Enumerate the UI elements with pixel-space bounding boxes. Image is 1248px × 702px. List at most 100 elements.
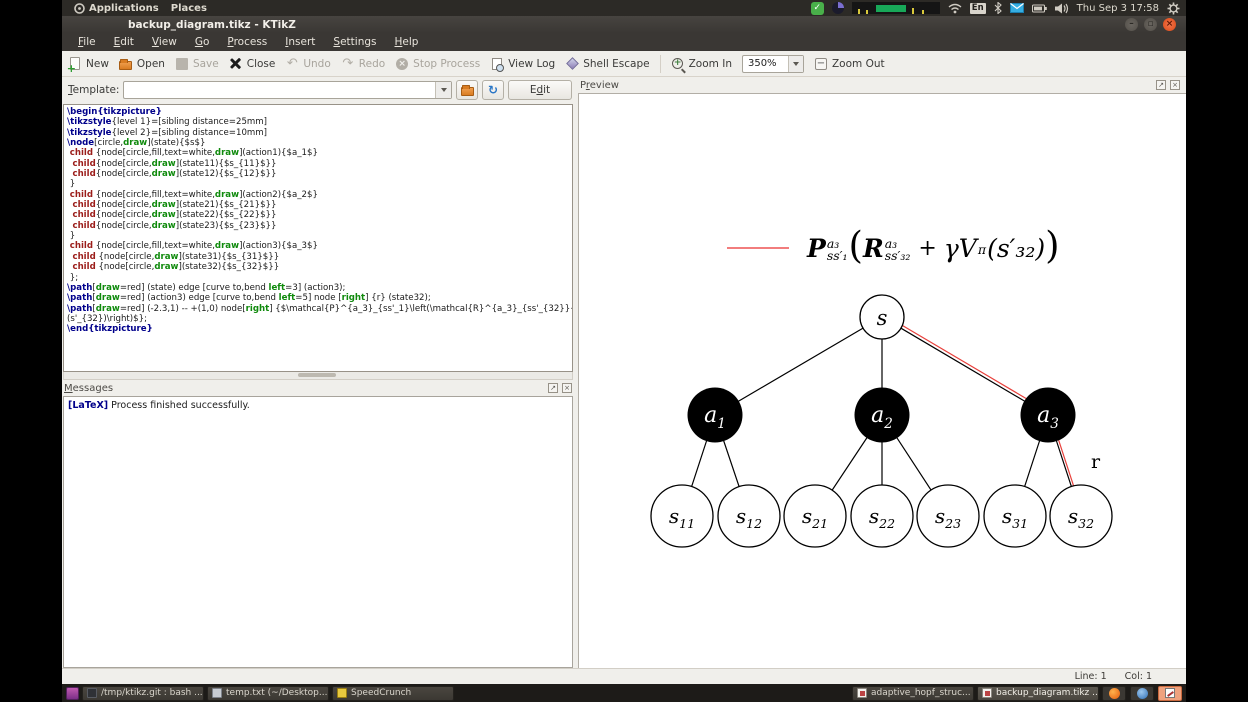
folder-icon: [460, 85, 474, 96]
tikz-preview[interactable]: P a₃ ss′₁ ( R a₃ ss′₃₂ + γV π (s′₃₂) ) s…: [578, 93, 1186, 668]
state-node-s22: s22: [850, 484, 914, 548]
save-button[interactable]: Save: [175, 57, 219, 71]
code-line: child {node[circle,fill,text=white,draw]…: [69, 189, 318, 200]
latex-tag: [LaTeX]: [68, 400, 109, 411]
editor-alert-icon: [1165, 688, 1175, 698]
task-speedcrunch[interactable]: SpeedCrunch: [332, 685, 454, 701]
code-line: child {node[circle,fill,text=white,draw]…: [69, 241, 318, 252]
menu-view[interactable]: View: [144, 34, 185, 50]
task-terminal[interactable]: /tmp/ktikz.git : bash ...: [82, 685, 204, 701]
places-menu[interactable]: Places: [165, 0, 213, 16]
mail-icon[interactable]: [1009, 3, 1024, 13]
detach-panel-icon[interactable]: ↗: [548, 383, 558, 393]
scrollbar-thumb[interactable]: [297, 373, 336, 377]
system-monitor-applet[interactable]: [851, 2, 940, 14]
applications-menu-label: Applications: [89, 2, 159, 14]
window-titlebar[interactable]: backup_diagram.tikz - KTikZ – ▫ ×: [62, 16, 1186, 33]
redo-button[interactable]: ↷ Redo: [341, 57, 385, 71]
close-panel-icon[interactable]: ×: [562, 383, 572, 393]
action-node-a2: a2: [854, 387, 910, 443]
close-window-button[interactable]: ×: [1163, 18, 1176, 31]
editor-hscrollbar[interactable]: [63, 372, 573, 380]
menu-help[interactable]: Help: [386, 34, 426, 50]
stop-process-button[interactable]: × Stop Process: [395, 57, 480, 71]
code-line: child{node[circle,draw](state23){$s_{23}…: [72, 220, 277, 231]
wifi-icon[interactable]: [948, 3, 962, 14]
menu-file[interactable]: File: [70, 34, 104, 50]
code-editor[interactable]: \begin{tikzpicture} \tikzstyle{level 1}=[…: [63, 104, 573, 372]
battery-icon[interactable]: [1031, 3, 1047, 13]
template-label: Template:: [68, 84, 120, 96]
firefox-icon: [1108, 687, 1120, 699]
volume-icon[interactable]: [1054, 3, 1069, 14]
update-status-icon[interactable]: ✓: [810, 1, 824, 15]
menu-edit[interactable]: Edit: [106, 34, 142, 50]
shell-escape-button[interactable]: Shell Escape: [565, 57, 650, 71]
code-line: \end{tikzpicture}: [67, 324, 153, 335]
zoom-level-value: 350%: [747, 58, 777, 69]
menu-go[interactable]: Go: [187, 34, 218, 50]
zoom-in-button[interactable]: + Zoom In: [671, 57, 732, 71]
menu-process[interactable]: Process: [219, 34, 275, 50]
code-line: child {node[circle,draw](state32){$s_{32…: [72, 262, 280, 273]
open-button[interactable]: Open: [119, 57, 165, 71]
taskbar-firefox-button[interactable]: [1102, 685, 1126, 701]
chevron-down-icon: [440, 88, 447, 92]
code-line: };: [67, 272, 79, 283]
zoom-combo-dropdown[interactable]: [787, 55, 803, 72]
taskbar-browser-button[interactable]: [1130, 685, 1154, 701]
minimize-button[interactable]: –: [1125, 18, 1138, 31]
code-line: \tikzstyle{level 2}=[sibling distance=10…: [67, 127, 268, 138]
new-button[interactable]: + New: [67, 57, 109, 74]
state-node-s12: s12: [717, 484, 781, 548]
code-line: \tikzstyle{level 1}=[sibling distance=25…: [67, 117, 268, 128]
template-reload-button[interactable]: ↻: [482, 80, 504, 100]
code-line: child{node[circle,draw](state21){$s_{21}…: [72, 200, 277, 211]
template-open-button[interactable]: [456, 80, 478, 100]
view-log-button[interactable]: View Log: [490, 57, 555, 72]
zoom-level-combo[interactable]: 350%: [741, 54, 804, 73]
action-node-a1: a1: [687, 387, 743, 443]
template-combo[interactable]: [123, 81, 452, 99]
maximize-button[interactable]: ▫: [1144, 18, 1157, 31]
distributor-logo-icon: [74, 2, 85, 14]
time-tracker-icon[interactable]: [831, 2, 844, 14]
code-line: (s'_{32})\right)$};: [67, 313, 147, 324]
state-node-s11: s11: [650, 484, 714, 548]
calculator-icon: [337, 688, 347, 698]
document-icon: [982, 688, 992, 698]
svg-text:s: s: [877, 306, 888, 330]
bluetooth-icon[interactable]: [994, 2, 1002, 14]
undo-icon: ↶: [286, 56, 298, 71]
state-node-s31: s31: [983, 484, 1047, 548]
menu-settings[interactable]: Settings: [325, 34, 384, 50]
zoom-out-button[interactable]: − Zoom Out: [814, 57, 885, 71]
file-manager-applet-icon[interactable]: [66, 686, 79, 700]
session-gear-icon[interactable]: [1167, 2, 1180, 15]
message-text: Process finished successfully.: [108, 400, 250, 411]
code-line: \node[circle,draw](state){$s$}: [67, 138, 206, 149]
state-node-s23: s23: [916, 484, 980, 548]
zoom-in-icon: +: [672, 58, 684, 69]
task-backup-diagram[interactable]: backup_diagram.tikz ...: [977, 685, 1099, 701]
panel-clock[interactable]: Thu Sep 3 17:58: [1077, 3, 1159, 14]
taskbar-alert-button[interactable]: [1158, 685, 1182, 701]
template-edit-button[interactable]: Ed it: [508, 80, 572, 100]
detach-panel-icon[interactable]: ↗: [1156, 80, 1166, 90]
keyboard-layout-indicator[interactable]: En: [969, 2, 986, 14]
gnome-taskbar: /tmp/ktikz.git : bash ... temp.txt (~/De…: [62, 684, 1186, 702]
code-line: \path[draw=red] (state) edge [curve to,b…: [67, 282, 346, 293]
code-line: \path[draw=red] (-2.3,1) -- +(1,0) node[…: [67, 303, 572, 314]
shell-escape-icon: [565, 57, 579, 71]
template-dropdown[interactable]: [435, 82, 451, 98]
view-log-icon: [490, 57, 505, 72]
task-adaptive-hopf[interactable]: adaptive_hopf_struc...: [852, 685, 974, 701]
redo-icon: ↷: [342, 56, 354, 71]
menu-insert[interactable]: Insert: [277, 34, 323, 50]
status-line: Line: 1: [1074, 671, 1107, 682]
close-button[interactable]: Close: [229, 57, 276, 71]
close-panel-icon[interactable]: ×: [1170, 80, 1180, 90]
applications-menu[interactable]: Applications: [68, 0, 165, 16]
undo-button[interactable]: ↶ Undo: [285, 56, 331, 71]
task-text-editor[interactable]: temp.txt (~/Desktop...: [207, 685, 329, 701]
